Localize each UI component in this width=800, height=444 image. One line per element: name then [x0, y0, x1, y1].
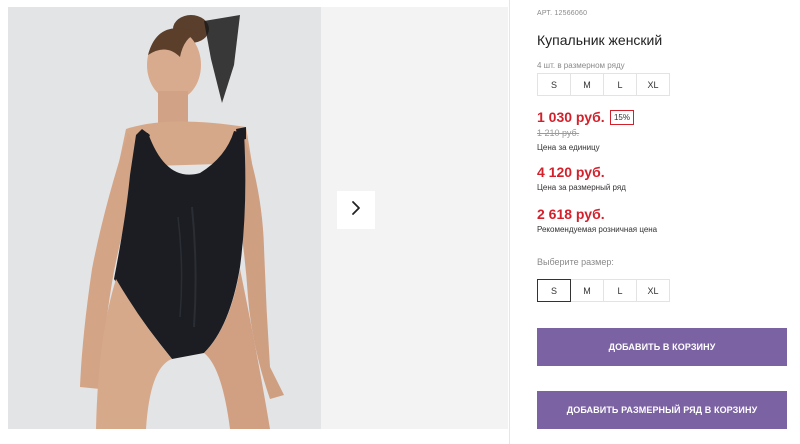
- chevron-right-icon: [350, 200, 362, 221]
- discount-badge: 15%: [610, 110, 634, 125]
- product-photo[interactable]: [8, 7, 321, 429]
- size-option-s[interactable]: S: [537, 279, 571, 302]
- model-photo-image: [8, 7, 321, 429]
- range-quantity-note: 4 шт. в размерном ряду: [537, 61, 625, 70]
- product-title: Купальник женский: [537, 32, 663, 48]
- range-price-caption: Цена за размерный ряд: [537, 183, 626, 192]
- range-size-item: L: [603, 73, 637, 96]
- size-selector: S M L XL: [537, 279, 670, 302]
- size-option-l[interactable]: L: [603, 279, 637, 302]
- size-option-m[interactable]: M: [570, 279, 604, 302]
- column-divider: [509, 0, 510, 444]
- old-price: 1 210 руб.: [537, 128, 580, 138]
- retail-price: 2 618 руб.: [537, 206, 605, 222]
- range-size-item: M: [570, 73, 604, 96]
- product-gallery: [8, 7, 508, 429]
- gallery-next-button[interactable]: [337, 191, 375, 229]
- add-to-cart-button[interactable]: Добавить в корзину: [537, 328, 787, 366]
- range-sizes-list: S M L XL: [537, 73, 670, 96]
- unit-price: 1 030 руб.: [537, 109, 605, 125]
- range-price: 4 120 руб.: [537, 164, 605, 180]
- range-size-item: S: [537, 73, 571, 96]
- unit-price-caption: Цена за единицу: [537, 143, 600, 152]
- retail-price-caption: Рекомендуемая розничная цена: [537, 225, 658, 234]
- range-size-item: XL: [636, 73, 670, 96]
- size-select-label: Выберите размер:: [537, 257, 614, 267]
- add-range-to-cart-button[interactable]: Добавить размерный ряд в корзину: [537, 391, 787, 429]
- product-sku: АРТ. 12566060: [537, 10, 588, 17]
- size-option-xl[interactable]: XL: [636, 279, 670, 302]
